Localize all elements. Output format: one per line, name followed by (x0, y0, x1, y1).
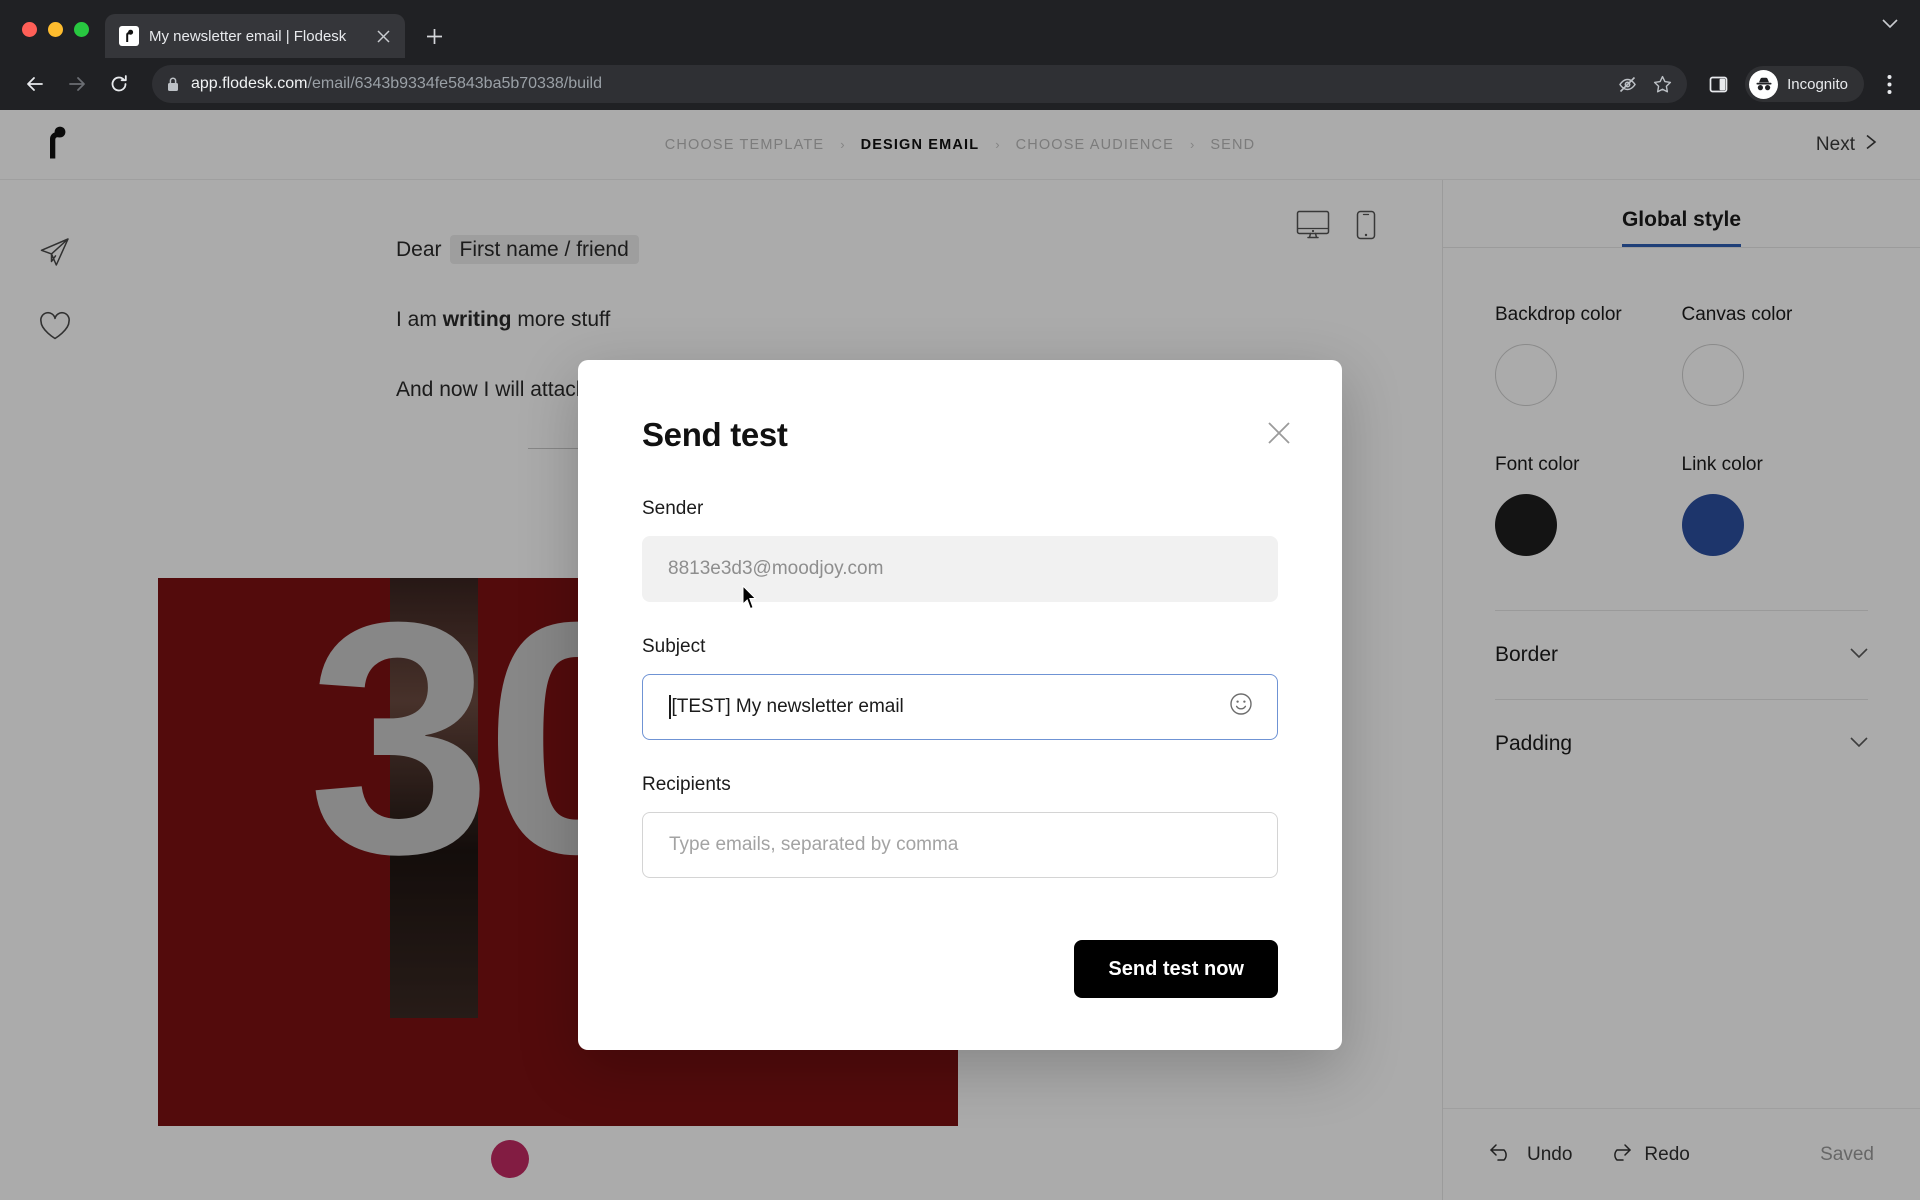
sender-field-group: Sender 8813e3d3@moodjoy.com (642, 498, 1278, 602)
omnibox-actions (1617, 74, 1673, 95)
reload-icon[interactable] (100, 65, 138, 103)
window-controls (14, 0, 105, 58)
incognito-profile-button[interactable]: Incognito (1745, 66, 1864, 102)
plus-icon[interactable] (417, 19, 451, 53)
address-bar[interactable]: app.flodesk.com/email/6343b9334fe5843ba5… (152, 65, 1688, 103)
subject-input[interactable]: [TEST] My newsletter email (642, 674, 1278, 740)
sender-input: 8813e3d3@moodjoy.com (642, 536, 1278, 602)
tab-title: My newsletter email | Flodesk (149, 27, 347, 45)
send-test-modal: Send test Sender 8813e3d3@moodjoy.com Su… (578, 360, 1342, 1050)
close-icon[interactable] (1262, 416, 1296, 450)
recipients-input[interactable]: Type emails, separated by comma (642, 812, 1278, 878)
back-arrow-icon[interactable] (16, 65, 54, 103)
forward-arrow-icon (58, 65, 96, 103)
recipients-placeholder: Type emails, separated by comma (669, 834, 959, 855)
subject-field-group: Subject [TEST] My newsletter email (642, 636, 1278, 740)
lock-icon (166, 76, 180, 92)
modal-title: Send test (642, 416, 788, 453)
text-caret (669, 695, 671, 719)
flodesk-logo-icon (119, 26, 139, 46)
star-icon[interactable] (1652, 74, 1673, 95)
close-window-button[interactable] (22, 21, 37, 37)
url-text: app.flodesk.com/email/6343b9334fe5843ba5… (191, 75, 602, 93)
recipients-field-group: Recipients Type emails, separated by com… (642, 774, 1278, 878)
browser-chrome: My newsletter email | Flodesk app.flodes… (0, 0, 1920, 110)
subject-input-value: [TEST] My newsletter email (671, 696, 904, 717)
url-path: /email/6343b9334fe5843ba5b70338/build (307, 75, 602, 92)
chevron-down-icon[interactable] (1882, 16, 1898, 34)
profile-label: Incognito (1787, 75, 1848, 93)
browser-tab[interactable]: My newsletter email | Flodesk (105, 14, 405, 58)
modal-actions: Send test now (642, 940, 1278, 998)
three-dot-menu-icon[interactable] (1874, 74, 1904, 95)
emoji-smiley-icon[interactable] (1229, 692, 1253, 722)
maximize-window-button[interactable] (74, 21, 89, 37)
incognito-icon (1749, 69, 1779, 99)
eye-slash-icon[interactable] (1617, 74, 1638, 95)
subject-label: Subject (642, 636, 706, 657)
browser-toolbar: app.flodesk.com/email/6343b9334fe5843ba5… (0, 58, 1920, 110)
sender-label: Sender (642, 498, 704, 519)
minimize-window-button[interactable] (48, 21, 63, 37)
tab-strip: My newsletter email | Flodesk (0, 0, 1920, 58)
close-icon[interactable] (371, 24, 395, 48)
page-viewport: Choose template › Design email › Choose … (0, 110, 1920, 1200)
side-panel-icon[interactable] (1701, 67, 1735, 101)
recipients-label: Recipients (642, 774, 731, 795)
toolbar-right: Incognito (1701, 66, 1904, 102)
url-host: app.flodesk.com (191, 75, 308, 92)
send-test-now-button[interactable]: Send test now (1074, 940, 1278, 998)
